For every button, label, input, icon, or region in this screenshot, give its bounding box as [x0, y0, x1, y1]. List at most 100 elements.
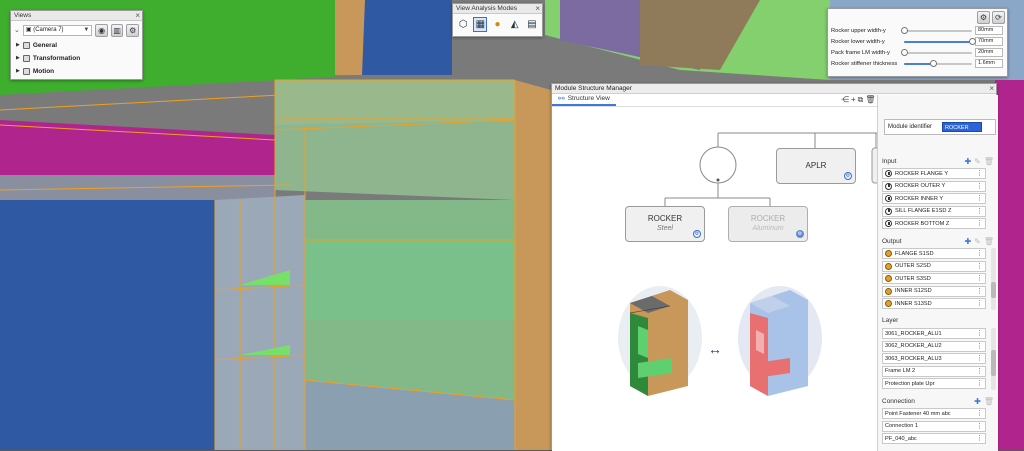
- more-icon[interactable]: ⋮: [976, 182, 983, 191]
- node-settings-icon[interactable]: ⚙: [844, 172, 852, 180]
- parameter-slider[interactable]: [904, 37, 976, 46]
- trash-icon[interactable]: 🗑: [865, 95, 875, 105]
- add-icon[interactable]: +: [851, 95, 856, 105]
- list-item[interactable]: FLANGE S1SD ⋮: [882, 248, 986, 259]
- more-icon[interactable]: ⋮: [976, 342, 983, 351]
- slider-thumb[interactable]: [901, 48, 908, 56]
- tree-item-motion[interactable]: ▶ Motion: [11, 65, 142, 78]
- more-icon[interactable]: ⋮: [976, 274, 983, 283]
- parameter-value-field[interactable]: 80mm: [975, 26, 1003, 35]
- node-settings-icon[interactable]: ⚙: [796, 230, 804, 238]
- expand-icon[interactable]: ▶: [16, 52, 20, 65]
- more-icon[interactable]: ⋮: [976, 409, 983, 418]
- more-icon[interactable]: ⋮: [976, 207, 983, 216]
- close-icon[interactable]: ×: [989, 84, 994, 94]
- list-item[interactable]: 3061_ROCKER_ALU1 ⋮: [882, 328, 986, 339]
- list-item[interactable]: PF_040_abc ⋮: [882, 433, 986, 444]
- list-item[interactable]: Frame LM 2 ⋮: [882, 365, 986, 377]
- sphere-analysis-icon[interactable]: ●: [490, 17, 504, 32]
- list-item[interactable]: Connection 1 ⋮: [882, 420, 986, 432]
- add-icon[interactable]: ✚: [964, 157, 971, 166]
- more-icon[interactable]: ⋮: [976, 329, 983, 338]
- list-item[interactable]: OUTER S3SD ⋮: [882, 273, 986, 284]
- more-icon[interactable]: ⋮: [976, 379, 983, 388]
- share-icon[interactable]: ⋲: [841, 95, 849, 105]
- more-icon[interactable]: ⋮: [976, 287, 983, 296]
- copy-icon[interactable]: ⧉: [858, 95, 864, 105]
- parameter-slider[interactable]: [904, 59, 972, 68]
- tree-item-transformation[interactable]: ▶ Transformation: [11, 52, 142, 65]
- list-item[interactable]: 3062_ROCKER_ALU2 ⋮: [882, 340, 986, 352]
- slider-thumb[interactable]: [929, 59, 937, 67]
- cube-section-icon[interactable]: ▦: [473, 17, 488, 32]
- tree-item-general[interactable]: ▶ General: [11, 39, 142, 52]
- structure-tree-canvas[interactable]: ↔ APLR ⚙ ROCKER Steel ⚙ ROCKER Aluminum …: [552, 108, 877, 451]
- measure-icon[interactable]: ◭: [508, 17, 522, 32]
- settings-icon[interactable]: ⚙: [977, 11, 990, 24]
- edit-icon[interactable]: ✎: [974, 157, 981, 166]
- more-icon[interactable]: ⋮: [976, 367, 983, 376]
- parameter-slider[interactable]: [901, 48, 972, 57]
- more-icon[interactable]: ⋮: [976, 219, 983, 228]
- msm-tabs: ⚯ Structure View: [552, 94, 877, 107]
- reset-icon[interactable]: ⟳: [992, 11, 1005, 24]
- trash-icon[interactable]: 🗑: [984, 397, 994, 406]
- node-settings-icon[interactable]: ⚙: [693, 230, 701, 238]
- output-scrollbar[interactable]: [991, 248, 996, 310]
- root-node-circle[interactable]: [699, 146, 737, 184]
- chevron-icon[interactable]: ⌄: [14, 26, 20, 34]
- camera-select[interactable]: ▣ (Camera 7) ▼: [22, 24, 93, 36]
- parameters-panel: ⚙ ⟳ Rocker upper width-y 80mm Rocker low…: [827, 8, 1008, 77]
- close-icon[interactable]: ×: [135, 11, 140, 21]
- delete-icon[interactable]: ▥: [110, 23, 124, 37]
- parameter-row: Rocker stiffener thickness 1.6mm: [828, 58, 1007, 69]
- add-icon[interactable]: ✚: [974, 397, 981, 406]
- parameter-value-field[interactable]: 1.6mm: [975, 59, 1003, 68]
- camera-add-icon[interactable]: ◉: [95, 23, 108, 37]
- parameter-label: Rocker lower width-y: [831, 38, 885, 45]
- layers-icon[interactable]: ▤: [525, 17, 539, 32]
- module-identifier-input[interactable]: ROCKER: [942, 122, 983, 132]
- list-item[interactable]: SILL FLANGE E1SD Z ⋮: [882, 205, 986, 217]
- list-item[interactable]: ROCKER BOTTOM Z ⋮: [882, 218, 986, 229]
- more-icon[interactable]: ⋮: [976, 169, 983, 178]
- trash-icon[interactable]: 🗑: [984, 237, 994, 246]
- tab-structure-view[interactable]: ⚯ Structure View: [552, 93, 616, 106]
- edit-icon[interactable]: ✎: [974, 237, 981, 246]
- expand-icon[interactable]: ▶: [16, 65, 20, 78]
- layer-scrollbar[interactable]: [991, 328, 996, 390]
- list-item-label: ROCKER BOTTOM Z: [895, 220, 950, 227]
- list-item[interactable]: INNER S12SD ⋮: [882, 285, 986, 297]
- parameter-slider[interactable]: [901, 26, 972, 35]
- list-item[interactable]: OUTER S2SD ⋮: [882, 260, 986, 272]
- list-item[interactable]: ROCKER FLANGE Y ⋮: [882, 168, 986, 179]
- more-icon[interactable]: ⋮: [976, 249, 983, 258]
- add-icon[interactable]: ✚: [964, 237, 971, 246]
- node-rocker-aluminum[interactable]: ROCKER Aluminum ⚙: [728, 206, 808, 242]
- more-icon[interactable]: ⋮: [976, 262, 983, 271]
- more-icon[interactable]: ⋮: [976, 354, 983, 363]
- list-item[interactable]: ROCKER INNER Y ⋮: [882, 193, 986, 204]
- node-rocker-steel[interactable]: ROCKER Steel ⚙: [625, 206, 705, 242]
- slider-thumb[interactable]: [969, 37, 976, 45]
- views-panel-title: Views ×: [11, 11, 142, 21]
- list-item[interactable]: Protection plate Upr ⋮: [882, 378, 986, 389]
- list-item[interactable]: ROCKER OUTER Y ⋮: [882, 180, 986, 192]
- more-icon[interactable]: ⋮: [976, 422, 983, 431]
- expand-icon[interactable]: ▶: [16, 39, 20, 52]
- slider-thumb[interactable]: [901, 26, 908, 34]
- list-item[interactable]: Point Fastener 40 mm abc ⋮: [882, 408, 986, 419]
- more-icon[interactable]: ⋮: [976, 434, 983, 443]
- more-icon[interactable]: ⋮: [976, 299, 983, 308]
- parameter-value-field[interactable]: 70mm: [975, 37, 1003, 46]
- more-icon[interactable]: ⋮: [976, 194, 983, 203]
- list-item[interactable]: INNER S13SD ⋮: [882, 298, 986, 309]
- close-icon[interactable]: ×: [535, 4, 540, 14]
- list-item[interactable]: 3063_ROCKER_ALU3 ⋮: [882, 353, 986, 364]
- node-aplr[interactable]: APLR ⚙: [776, 148, 856, 184]
- cube-wireframe-icon[interactable]: ⬡: [456, 17, 470, 32]
- camera-settings-icon[interactable]: ⚙: [126, 23, 139, 37]
- parameter-row: Rocker lower width-y 70mm: [828, 36, 1007, 47]
- parameter-value-field[interactable]: 20mm: [975, 48, 1003, 57]
- trash-icon[interactable]: 🗑: [984, 157, 994, 166]
